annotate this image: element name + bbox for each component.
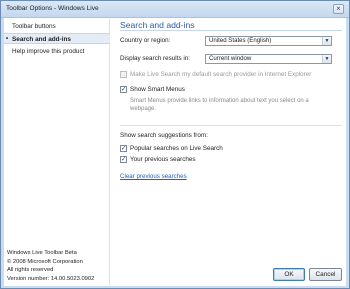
display-results-label: Display search results in: (120, 55, 190, 62)
default-provider-checkbox[interactable] (120, 71, 127, 78)
product-info: Windows Live Toolbar Beta © 2008 Microso… (7, 249, 94, 283)
country-select[interactable]: United States (English) ▼ (205, 36, 332, 46)
checkmark-icon: ✓ (121, 86, 127, 93)
section-divider (120, 125, 342, 126)
checkmark-icon: ✓ (121, 156, 127, 163)
title-divider (120, 30, 342, 31)
sidebar-item-help-improve[interactable]: Help improve this product (4, 46, 110, 57)
smart-menus-description: Smart Menus provide links to information… (130, 97, 330, 113)
close-button[interactable]: × (333, 4, 344, 14)
previous-searches-label: Your previous searches (130, 156, 196, 163)
chevron-down-icon: ▼ (322, 55, 331, 63)
suggestions-header: Show search suggestions from: (120, 132, 208, 139)
display-results-select[interactable]: Current window ▼ (205, 54, 332, 64)
product-name: Windows Live Toolbar Beta (7, 250, 77, 256)
popular-searches-checkbox[interactable]: ✓ (120, 145, 127, 152)
popular-searches-label: Popular searches on Live Search (130, 145, 223, 152)
window-frame: Toolbar Options - Windows Live × Toolbar… (0, 0, 350, 289)
page-title: Search and add-ins (120, 20, 195, 30)
sidebar-item-toolbar-buttons[interactable]: Toolbar buttons (4, 21, 110, 32)
sidebar-item-search-and-add-ins[interactable]: • Search and add-ins (4, 33, 110, 44)
description-line: Smart Menus provide links to information… (130, 98, 309, 104)
rights-text: All rights reserved (7, 267, 54, 273)
country-select-value: United States (English) (209, 37, 272, 44)
sidebar-item-label: Search and add-ins (12, 36, 71, 43)
window-title: Toolbar Options - Windows Live (6, 5, 99, 12)
close-icon: × (336, 4, 341, 13)
cancel-button[interactable]: Cancel (309, 268, 342, 281)
description-line: webpage. (130, 106, 157, 112)
copyright-text: © 2008 Microsoft Corporation (7, 258, 83, 265)
settings-panel: Search and add-ins Country or region: Un… (111, 18, 346, 286)
selected-bullet-icon: • (6, 36, 9, 42)
dialog-body: Toolbar buttons • Search and add-ins Hel… (4, 18, 346, 286)
sidebar-item-label: Help improve this product (12, 48, 85, 55)
sidebar-nav: Toolbar buttons • Search and add-ins Hel… (4, 18, 110, 286)
chevron-down-icon: ▼ (322, 37, 331, 45)
ok-button[interactable]: OK (273, 268, 305, 281)
default-provider-label: Make Live Search my default search provi… (130, 71, 312, 78)
title-bar[interactable]: Toolbar Options - Windows Live × (1, 1, 349, 18)
smart-menus-checkbox[interactable]: ✓ (120, 86, 127, 93)
display-results-value: Current window (209, 55, 252, 62)
smart-menus-label: Show Smart Menus (130, 86, 185, 93)
checkmark-icon: ✓ (121, 145, 127, 152)
country-label: Country or region: (120, 37, 171, 44)
previous-searches-checkbox[interactable]: ✓ (120, 156, 127, 163)
clear-searches-link[interactable]: Clear previous searches (120, 173, 187, 180)
version-text: Version number: 14.00.5023.0902 (7, 275, 95, 282)
sidebar-item-label: Toolbar buttons (12, 23, 56, 30)
